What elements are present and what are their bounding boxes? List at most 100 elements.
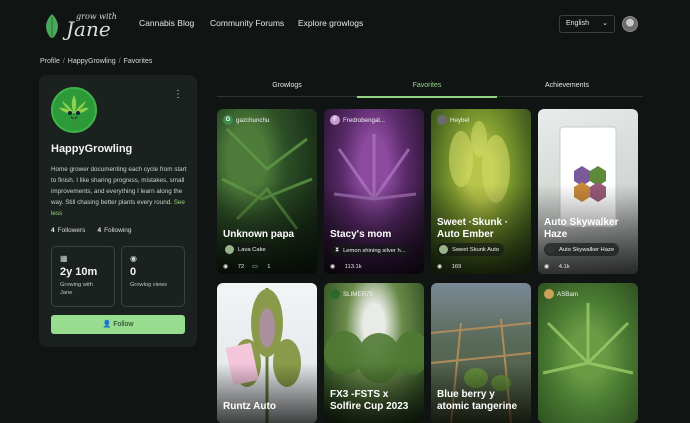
follow-stats: 4 Followers 4 Following [51,227,132,234]
bio-text: Home grower documenting each cycle from … [51,166,187,206]
profile-bio: Home grower documenting each cycle from … [51,164,191,219]
growlog-card[interactable]: F Fredrobengal... Stacy's mom ⧗ Lemon shin… [324,109,424,274]
user-icon: 👤 [102,321,112,328]
breadcrumb: Profile / HappyGrowling / Favorites [40,58,153,65]
strain-name: Lava Cake [238,246,266,253]
user-avatar[interactable] [622,16,638,32]
author-avatar [330,289,340,299]
eye-icon: ◉ [437,264,443,270]
views-stat: ◉ 113.1k [330,264,362,270]
card-author[interactable]: Heybel [437,115,469,125]
views-count: 169 [451,264,462,270]
card-title: Runtz Auto [223,401,276,412]
leaf-logo-icon [46,14,58,38]
card-author[interactable]: SLIMER75 [330,289,373,299]
growing-label: Growing with Jane [60,282,93,296]
logo-wordmark: Jane [66,17,111,41]
card-author[interactable]: ASBam [544,289,578,299]
views-stat: ◉ 72 [223,264,244,270]
follow-button-label: Follow [113,321,134,328]
chevron-down-icon: ⌄ [602,20,608,27]
growlog-card[interactable]: ASBam [538,283,638,423]
nav-explore-growlogs[interactable]: Explore growlogs [298,18,363,28]
author-name: ASBam [557,290,578,298]
strain-name: Sweet Skunk Auto [452,246,500,253]
author-name: gazchunchu [236,116,270,124]
author-name: Heybel [450,116,470,124]
nav-community-forums[interactable]: Community Forums [210,18,284,28]
nav-cannabis-blog[interactable]: Cannabis Blog [139,18,194,28]
eye-icon: ◉ [544,264,550,270]
card-meta: ◉ 4.1k [544,264,570,270]
card-meta: ◉ 113.1k [330,264,362,270]
site-logo[interactable]: grow with Jane [42,13,117,39]
language-select[interactable]: English ⌄ [559,15,615,33]
strain-icon [225,245,234,254]
author-avatar: G [223,115,233,125]
growlog-card[interactable]: Auto Skywalker Haze Auto Skywalker Haze … [538,109,638,274]
profile-tabs: Growlogs Favorites Achievements [217,76,643,97]
card-meta: ◉ 169 [437,264,461,270]
strain-icon [439,245,448,254]
author-avatar: F [330,115,340,125]
eye-icon: ◉ [330,264,336,270]
views-label: Growlog views [130,282,167,288]
card-title: Unknown papa [223,229,295,240]
strain-tag[interactable]: ⧗ Lemon shining silver h... [330,245,411,256]
comment-icon: ▭ [252,264,258,270]
breadcrumb-user[interactable]: HappyGrowling [68,58,116,65]
card-title: Auto Skywalker Haze [544,217,619,240]
strain-tag[interactable]: Lava Cake [223,243,271,256]
growlog-card[interactable]: Ggazchunchu Unknown papa Lava Cake ◉ 72 ▭… [217,109,317,274]
follow-button[interactable]: 👤 Follow [51,315,185,334]
strain-tag[interactable]: Auto Skywalker Haze [544,243,620,256]
views-count: 72 [237,264,245,270]
active-tab-indicator [357,96,497,98]
strain-tag[interactable]: Sweet Skunk Auto [437,243,505,256]
comments-count: 1 [267,264,271,270]
author-avatar [437,115,447,125]
card-title: Blue berry y atomic tangerine [437,389,518,412]
following-stat[interactable]: 4 Following [97,227,131,234]
more-options-icon[interactable]: ⋮ [173,89,183,100]
tab-growlogs[interactable]: Growlogs [217,82,357,89]
calendar-icon: ▦ [60,254,68,263]
following-count: 4 [97,227,102,234]
card-title: Stacy's mom [330,229,392,240]
tab-achievements[interactable]: Achievements [497,82,637,89]
following-label: Following [104,227,132,234]
card-author[interactable]: Ggazchunchu [223,115,269,125]
strain-name: Auto Skywalker Haze [559,246,615,253]
views-stat: ◉ 169 [437,264,461,270]
card-title: Sweet ·Skunk · Auto Ember [437,217,509,240]
language-value: English [566,20,589,27]
growlog-card[interactable]: Blue berry y atomic tangerine [431,283,531,423]
growlog-card[interactable]: Heybel Sweet ·Skunk · Auto Ember Sweet S… [431,109,531,274]
tab-favorites[interactable]: Favorites [357,82,497,89]
author-name: Fredrobengal... [343,116,385,124]
cannabis-leaf-avatar-icon [59,95,89,127]
strain-icon [546,245,555,254]
profile-name: HappyGrowling [51,143,133,155]
profile-card: ⋮ HappyGrowling Home grower documenting … [39,75,197,347]
breadcrumb-profile[interactable]: Profile [40,58,60,65]
card-title: FX3 -FSTS x Solfire Cup 2023 [330,389,409,412]
views-count: 113.1k [344,264,362,270]
hourglass-icon: ⧗ [335,247,340,253]
views-value: 0 [130,266,137,278]
growlog-card[interactable]: SLIMER75 FX3 -FSTS x Solfire Cup 2023 [324,283,424,423]
views-stat-box: ◉ 0 Growlog views [121,246,185,307]
followers-count: 4 [51,227,55,234]
plant-photo [542,303,634,375]
followers-label: Followers [57,227,86,234]
top-header: grow with Jane Cannabis Blog Community F… [0,0,690,50]
followers-stat[interactable]: 4 Followers [51,227,85,234]
author-name: SLIMER75 [343,290,373,298]
comments-stat: ▭ 1 [252,264,270,270]
card-author[interactable]: F Fredrobengal... [330,115,385,125]
growlog-card[interactable]: Runtz Auto [217,283,317,423]
card-meta: ◉ 72 ▭ 1 [223,264,270,270]
author-avatar [544,289,554,299]
eye-icon: ◉ [130,254,137,263]
views-count: 4.1k [558,264,570,270]
